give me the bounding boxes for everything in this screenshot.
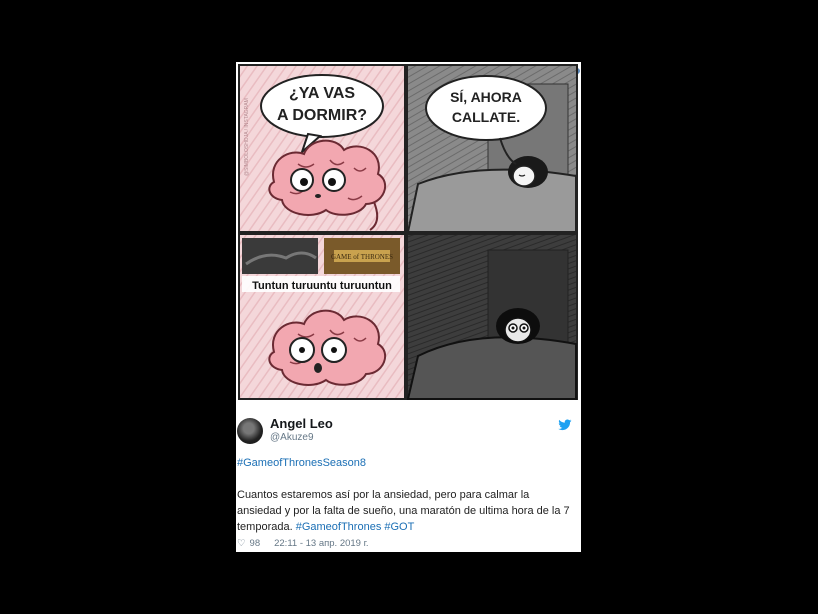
hashtag-link[interactable]: #GameofThronesSeason8 bbox=[237, 457, 366, 469]
panel2-line2: CALLATE. bbox=[452, 109, 520, 125]
comic-panel-3: GAME of THRONES Tuntun turuuntu turuuntu… bbox=[238, 233, 406, 400]
like-count: 98 bbox=[249, 538, 261, 549]
tweet-card: ¿YA VAS A DORMIR? @SIMBOLOSHOJA / INSTAG… bbox=[236, 62, 581, 552]
avatar[interactable] bbox=[237, 418, 263, 444]
tweet-timestamp[interactable]: 22:11 - 13 апр. 2019 г. bbox=[274, 538, 368, 549]
tweet-hashtags[interactable]: #GameofThrones #GOT bbox=[296, 521, 415, 533]
tweet-meta: ♡ 98 22:11 - 13 апр. 2019 г. bbox=[237, 538, 369, 549]
comic-panel-1: ¿YA VAS A DORMIR? @SIMBOLOSHOJA / INSTAG… bbox=[238, 64, 406, 233]
comic-image: ¿YA VAS A DORMIR? @SIMBOLOSHOJA / INSTAG… bbox=[238, 64, 578, 400]
comic-panel-2: SÍ, AHORA CALLATE. bbox=[406, 64, 578, 233]
panel1-line1: ¿YA VAS bbox=[289, 85, 355, 102]
speech-bubble bbox=[425, 75, 547, 141]
twitter-bird-icon[interactable] bbox=[558, 419, 572, 431]
panel3-caption: Tuntun turuuntu turuuntun bbox=[252, 280, 392, 292]
author-name[interactable]: Angel Leo bbox=[270, 416, 333, 431]
svg-text:GAME of THRONES: GAME of THRONES bbox=[331, 253, 393, 261]
comic-panel-4 bbox=[406, 233, 578, 400]
credit-text: @SIMBOLOSHOJA / INSTAGRAM bbox=[244, 98, 250, 176]
panel2-line1: SÍ, AHORA bbox=[450, 89, 522, 105]
author-handle[interactable]: @Akuze9 bbox=[270, 432, 314, 443]
tweet: Angel Leo @Akuze9 #GameofThronesSeason8 … bbox=[236, 402, 581, 552]
tweet-body: Cuantos estaremos así por la ansiedad, p… bbox=[237, 487, 572, 535]
panel1-line2: A DORMIR? bbox=[277, 107, 367, 124]
heart-icon[interactable]: ♡ bbox=[237, 538, 246, 549]
blanket bbox=[406, 168, 577, 233]
